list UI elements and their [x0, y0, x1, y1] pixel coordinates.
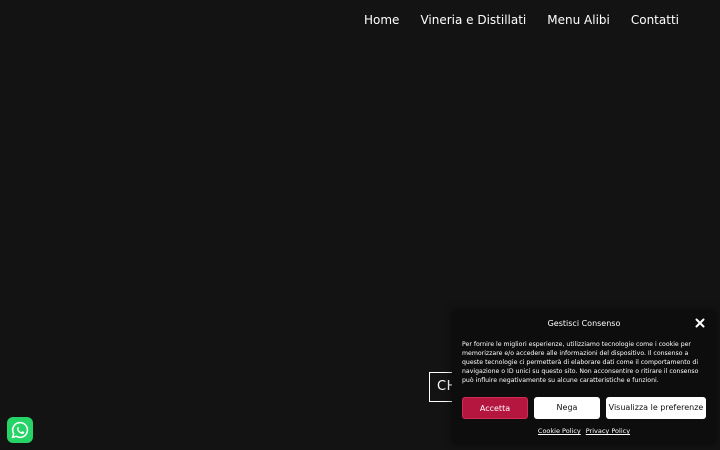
whatsapp-button[interactable] [7, 417, 33, 443]
consent-description: Per fornire le migliori esperienze, util… [462, 341, 699, 384]
main-nav: Home Vineria e Distillati Menu Alibi Con… [364, 12, 679, 28]
consent-links: Cookie Policy Privacy Policy [452, 427, 716, 436]
nav-item-home[interactable]: Home [364, 12, 399, 28]
nav-item-menu-alibi[interactable]: Menu Alibi [547, 12, 610, 28]
page: Home Vineria e Distillati Menu Alibi Con… [0, 0, 720, 450]
accept-button[interactable]: Accetta [462, 397, 528, 419]
close-icon[interactable] [694, 317, 706, 329]
privacy-policy-link[interactable]: Privacy Policy [586, 427, 630, 436]
nav-item-contatti[interactable]: Contatti [631, 12, 679, 28]
cookie-policy-link[interactable]: Cookie Policy [538, 427, 581, 436]
consent-title: Gestisci Consenso [547, 319, 621, 328]
cookie-consent-dialog: Gestisci Consenso Per fornire le miglior… [452, 310, 716, 444]
nav-item-vineria-e-distillati[interactable]: Vineria e Distillati [420, 12, 526, 28]
view-preferences-button[interactable]: Visualizza le preferenze [606, 397, 706, 419]
whatsapp-icon [10, 420, 30, 440]
deny-button[interactable]: Nega [534, 397, 600, 419]
consent-buttons: Accetta Nega Visualizza le preferenze [462, 397, 706, 419]
